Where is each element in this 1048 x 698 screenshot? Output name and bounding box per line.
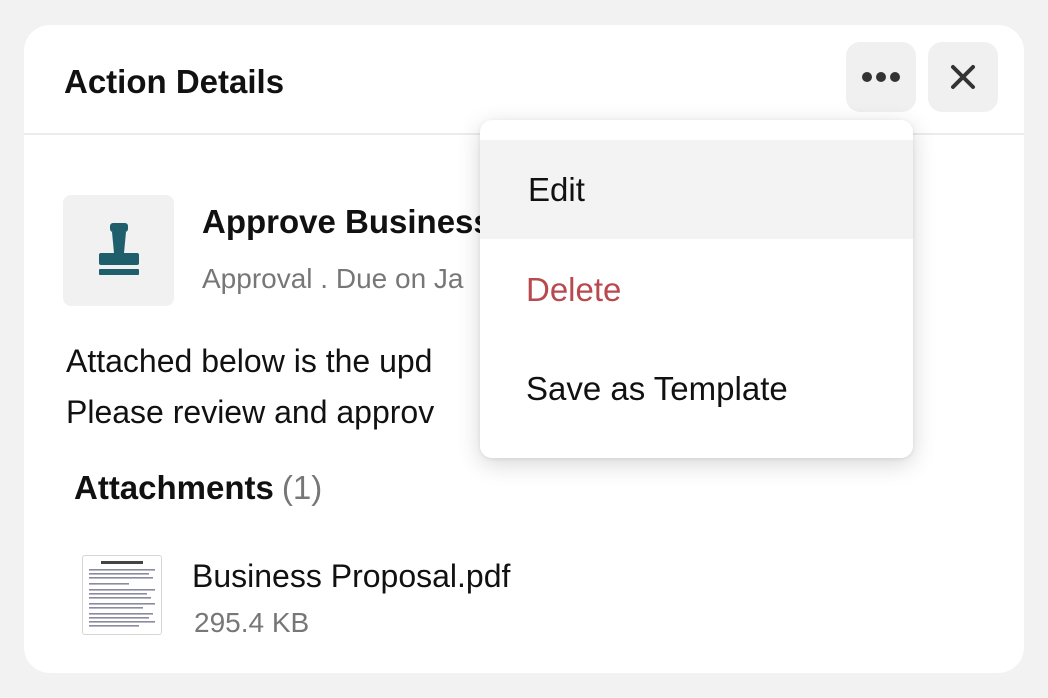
close-icon xyxy=(951,65,975,89)
pdf-thumbnail-icon xyxy=(82,555,162,635)
menu-item-delete-label: Delete xyxy=(526,270,622,308)
action-type-icon-tile xyxy=(63,195,174,306)
menu-item-edit[interactable]: Edit xyxy=(480,140,913,239)
panel-title: Action Details xyxy=(64,63,285,100)
attachment-item[interactable]: Business Proposal.pdf 295.4 KB xyxy=(82,555,682,640)
attachments-label: Attachments xyxy=(74,469,274,506)
menu-item-delete[interactable]: Delete xyxy=(480,240,913,339)
more-options-menu: Edit Delete Save as Template xyxy=(480,120,913,458)
attachment-file-size: 295.4 KB xyxy=(194,607,310,638)
attachments-heading: Attachments (1) xyxy=(74,469,322,507)
menu-item-edit-label: Edit xyxy=(528,170,585,208)
menu-item-save-as-template-label: Save as Template xyxy=(526,369,788,407)
more-horizontal-icon xyxy=(862,72,900,82)
attachment-file-name: Business Proposal.pdf xyxy=(192,558,511,594)
menu-item-save-as-template[interactable]: Save as Template xyxy=(480,339,913,438)
stamp-icon xyxy=(98,222,139,275)
panel-header: Action Details xyxy=(24,25,1024,135)
close-button[interactable] xyxy=(928,42,998,112)
more-options-button[interactable] xyxy=(846,42,916,112)
description-line-1: Attached below is the upd xyxy=(66,343,433,379)
action-title: Approve Business xyxy=(202,203,492,240)
action-subtitle: Approval . Due on Ja xyxy=(202,263,464,294)
description-line-2: Please review and approv xyxy=(66,394,435,430)
attachments-count: (1) xyxy=(281,469,323,506)
